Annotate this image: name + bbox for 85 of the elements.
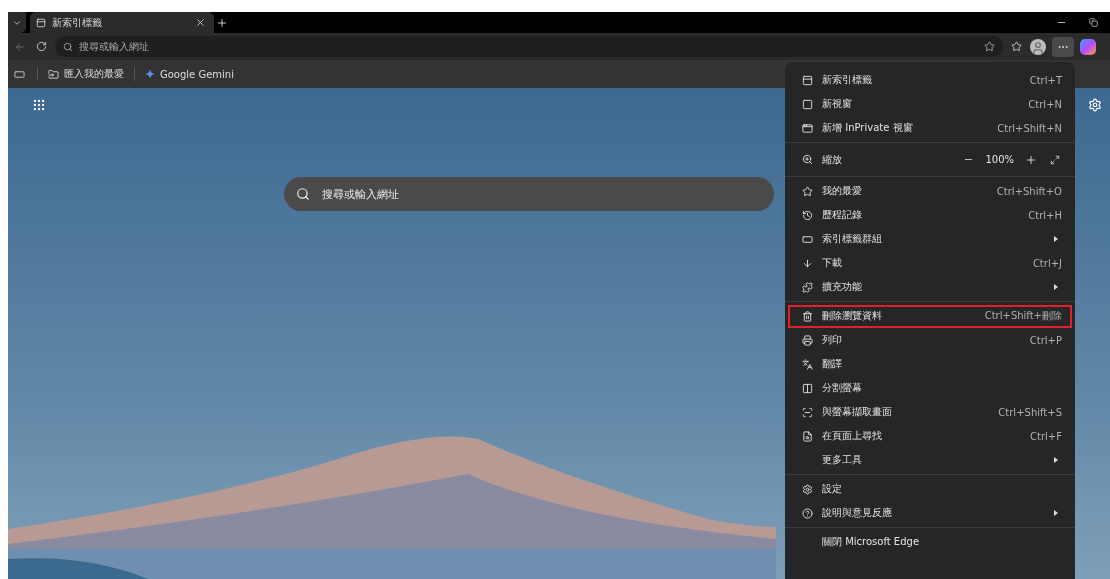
menu-label: 更多工具 bbox=[822, 453, 863, 467]
browser-tab[interactable]: 新索引標籤 bbox=[30, 12, 214, 33]
translate-icon bbox=[801, 358, 813, 370]
download-icon bbox=[801, 257, 813, 269]
menu-label: 擴充功能 bbox=[822, 280, 863, 294]
menu-label: 說明與意見反應 bbox=[822, 506, 893, 520]
shortcut-text: Ctrl+P bbox=[1029, 334, 1062, 346]
history-icon bbox=[801, 209, 813, 221]
star-list-icon bbox=[801, 185, 813, 197]
zoom-icon bbox=[801, 154, 813, 165]
trash-icon bbox=[801, 310, 813, 322]
more-button[interactable] bbox=[1052, 36, 1074, 57]
menu-item[interactable]: 在頁面上尋找 Ctrl+F bbox=[788, 424, 1072, 448]
shortcut-text: Ctrl+H bbox=[1028, 209, 1062, 221]
help-icon bbox=[801, 507, 813, 519]
address-field[interactable]: 搜尋或輸入網址 bbox=[55, 36, 1003, 57]
menu-label: 新增 InPrivate 視窗 bbox=[822, 121, 914, 135]
screenshot-icon bbox=[801, 406, 813, 418]
menu-item[interactable]: 列印 Ctrl+P bbox=[788, 328, 1072, 352]
zoom-value: 100% bbox=[985, 154, 1014, 165]
menu-item[interactable]: 索引標籤群組 bbox=[788, 227, 1072, 251]
menu-label: 翻譯 bbox=[822, 357, 843, 371]
menu-label: 新索引標籤 bbox=[822, 73, 873, 87]
menu-label: 縮放 bbox=[822, 152, 843, 167]
search-field[interactable]: 搜尋或輸入網址 bbox=[284, 177, 774, 211]
search-icon bbox=[296, 187, 310, 201]
menu-label: 在頁面上尋找 bbox=[822, 429, 883, 443]
tab-icon bbox=[36, 17, 46, 28]
menu-label: 新視窗 bbox=[822, 97, 853, 111]
menu-item[interactable]: 新索引標籤 Ctrl+T bbox=[788, 68, 1072, 92]
tab-icon bbox=[801, 74, 813, 86]
menu-item[interactable]: 我的最愛 Ctrl+Shift+O bbox=[788, 179, 1072, 203]
menu-label: 我的最愛 bbox=[822, 184, 863, 198]
menu-item[interactable]: 刪除瀏覽資料 Ctrl+Shift+刪除 bbox=[788, 304, 1072, 328]
menu-item[interactable]: 翻譯 bbox=[788, 352, 1072, 376]
menu-item[interactable]: 擴充功能 bbox=[788, 275, 1072, 299]
split-screen-icon bbox=[801, 382, 813, 394]
menu-label: 分割螢幕 bbox=[822, 381, 863, 395]
menu-label: 下載 bbox=[822, 256, 843, 270]
menu-item[interactable]: 新視窗 Ctrl+N bbox=[788, 92, 1072, 116]
refresh-icon[interactable] bbox=[34, 39, 49, 54]
settings-icon bbox=[801, 483, 813, 495]
menu-item[interactable]: 說明與意見反應 bbox=[788, 501, 1072, 525]
printer-icon bbox=[801, 334, 813, 346]
menu-item[interactable]: 新增 InPrivate 視窗 Ctrl+Shift+N bbox=[788, 116, 1072, 140]
menu-label: 刪除瀏覽資料 bbox=[822, 309, 883, 323]
search-icon bbox=[63, 41, 73, 52]
menu-item[interactable]: 關閉 Microsoft Edge bbox=[788, 530, 1072, 554]
search-input[interactable]: 搜尋或輸入網址 bbox=[320, 186, 762, 202]
menu-label: 列印 bbox=[822, 333, 843, 347]
menu-item[interactable]: 與螢幕擷取畫面 Ctrl+Shift+S bbox=[788, 400, 1072, 424]
menu-item[interactable]: 設定 bbox=[788, 477, 1072, 501]
menu-label: 索引標籤群組 bbox=[822, 232, 883, 246]
menu-label: 歷程記錄 bbox=[822, 208, 863, 222]
shortcut-text: Ctrl+Shift+O bbox=[996, 185, 1062, 197]
bookmark-link[interactable]: 匯入我的最愛 bbox=[48, 67, 124, 81]
shortcut-text: Ctrl+Shift+S bbox=[998, 406, 1062, 418]
menu-label: 關閉 Microsoft Edge bbox=[822, 535, 921, 549]
shortcut-text: Ctrl+J bbox=[1032, 257, 1062, 269]
bookmark-bar-icon[interactable] bbox=[14, 68, 25, 80]
find-icon bbox=[801, 430, 813, 442]
private-window-icon bbox=[801, 122, 813, 134]
folder-import-icon bbox=[48, 68, 59, 80]
menu-item[interactable]: 更多工具 bbox=[788, 448, 1072, 472]
bookmark-link[interactable]: Google Gemini bbox=[145, 68, 234, 80]
star-icon[interactable] bbox=[984, 41, 995, 52]
avatar-icon[interactable] bbox=[1030, 38, 1046, 55]
menu-item[interactable]: 分割螢幕 bbox=[788, 376, 1072, 400]
apps-grid-icon[interactable] bbox=[32, 98, 46, 112]
favorites-icon[interactable] bbox=[1009, 39, 1024, 54]
copilot-icon[interactable] bbox=[1080, 38, 1096, 55]
settings-icon[interactable] bbox=[1088, 98, 1102, 112]
puzzle-icon bbox=[801, 281, 813, 293]
menu-item[interactable]: 下載 Ctrl+J bbox=[788, 251, 1072, 275]
tab-group-icon bbox=[801, 233, 813, 245]
sparkle-icon bbox=[145, 69, 155, 79]
shortcut-text: Ctrl+F bbox=[1030, 430, 1062, 442]
shortcut-text: Ctrl+Shift+刪除 bbox=[984, 309, 1062, 323]
menu-label: 設定 bbox=[822, 482, 843, 496]
window-icon bbox=[801, 98, 813, 110]
menu-label: 與螢幕擷取畫面 bbox=[822, 405, 893, 419]
shortcut-text: Ctrl+N bbox=[1028, 98, 1062, 110]
shortcut-text: Ctrl+Shift+N bbox=[997, 122, 1062, 134]
shortcut-text: Ctrl+T bbox=[1029, 74, 1062, 86]
menu-item[interactable]: 歷程記錄 Ctrl+H bbox=[788, 203, 1072, 227]
